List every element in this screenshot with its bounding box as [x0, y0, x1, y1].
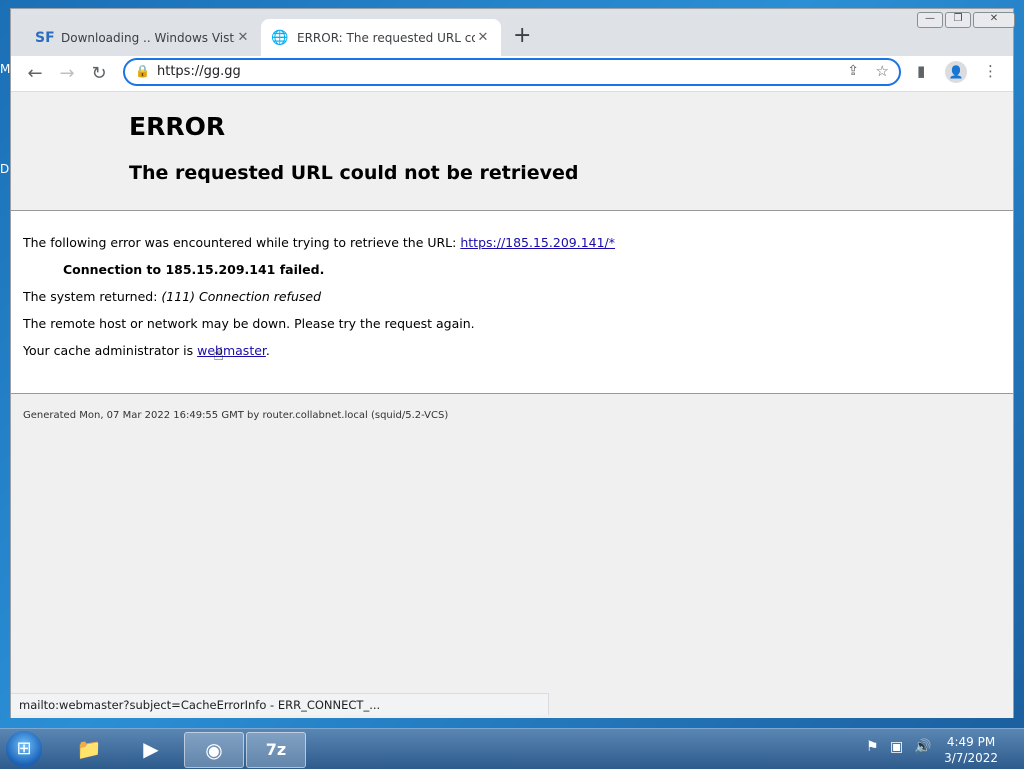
error-body: The following error was encountered whil… [11, 211, 1013, 394]
connection-failed-text: Connection to 185.15.209.141 failed. [63, 262, 325, 277]
lock-icon[interactable]: 🔒 [135, 64, 150, 78]
restore-button[interactable]: ❐ [945, 12, 971, 28]
page-content: ERROR The requested URL could not be ret… [11, 92, 1013, 718]
avatar-icon: 👤 [945, 61, 967, 83]
minimize-button[interactable]: — [917, 12, 943, 28]
webmaster-link[interactable]: webmaster [197, 343, 266, 358]
generated-footer: Generated Mon, 07 Mar 2022 16:49:55 GMT … [23, 410, 449, 421]
cache-admin-label: Your cache administrator is [23, 343, 198, 358]
media-player-icon[interactable]: ▶ [122, 732, 180, 766]
clock-date: 3/7/2022 [944, 751, 998, 765]
share-icon[interactable]: ⇪ [847, 63, 859, 79]
start-button[interactable]: ⊞ [6, 731, 42, 767]
system-returned-line: The system returned: (111) Connection re… [23, 289, 321, 304]
taskbar: ⊞ 📁 ▶ ◉ 7z ⚑ ▣ 🔊 4:49 PM 3/7/2022 [0, 728, 1024, 769]
cache-admin-suffix: . [265, 343, 270, 358]
status-bar: mailto:webmaster?subject=CacheErrorInfo … [11, 693, 549, 715]
action-center-icon[interactable]: ⚑ [866, 739, 879, 755]
remote-host-text: The remote host or network may be down. … [23, 316, 475, 331]
close-window-button[interactable]: ✕ [973, 12, 1015, 28]
system-returned-value: (111) Connection refused [161, 289, 321, 304]
browser-toolbar: ← → ↻ 🔒 https://gg.gg ⇪ ☆ ▮ 👤 ⋮ [11, 56, 1013, 92]
sourceforge-icon: SF [35, 29, 55, 46]
address-bar[interactable]: 🔒 https://gg.gg ⇪ ☆ [123, 58, 901, 86]
system-returned-label: The system returned: [23, 289, 162, 304]
tab-downloading[interactable]: SF Downloading .. Windows Vista Tr ✕ [25, 19, 261, 56]
close-tab-icon[interactable]: ✕ [475, 30, 491, 45]
tab-strip: SF Downloading .. Windows Vista Tr ✕ 🌐 E… [11, 9, 1015, 56]
back-button[interactable]: ← [21, 60, 49, 88]
close-tab-icon[interactable]: ✕ [235, 30, 251, 45]
profile-button[interactable]: 👤 [945, 61, 967, 83]
desktop-icon-label: M [0, 62, 11, 76]
7zip-icon[interactable]: 7z [246, 732, 306, 768]
globe-icon: 🌐 [271, 29, 289, 46]
address-url[interactable]: https://gg.gg [157, 64, 241, 79]
hand-cursor-icon: ☝ [213, 344, 224, 365]
page-title: ERROR [129, 112, 226, 141]
error-header: ERROR The requested URL could not be ret… [11, 92, 1013, 211]
error-url-label: The following error was encountered whil… [23, 235, 461, 250]
tab-title: Downloading .. Windows Vista Tr [61, 30, 235, 45]
bookmark-star-icon[interactable]: ☆ [876, 62, 889, 80]
reload-button[interactable]: ↻ [85, 60, 113, 88]
chrome-icon[interactable]: ◉ [184, 732, 244, 768]
window-controls: — ❐ ✕ [917, 12, 1015, 28]
tab-error[interactable]: 🌐 ERROR: The requested URL could ✕ [261, 19, 501, 56]
page-subtitle: The requested URL could not be retrieved [129, 162, 579, 184]
side-panel-icon[interactable]: ▮ [917, 62, 925, 80]
error-url-link[interactable]: https://185.15.209.141/* [460, 235, 615, 250]
new-tab-button[interactable]: + [513, 25, 531, 47]
volume-icon[interactable]: 🔊 [914, 739, 931, 755]
tab-title: ERROR: The requested URL could [297, 30, 475, 45]
clock-time: 4:49 PM [946, 735, 996, 749]
explorer-icon[interactable]: 📁 [60, 732, 118, 766]
cache-admin-line: Your cache administrator is webmaster. [23, 343, 270, 358]
error-url-line: The following error was encountered whil… [23, 235, 615, 250]
desktop-icon-label: D [0, 162, 10, 176]
network-icon[interactable]: ▣ [890, 739, 903, 755]
system-clock[interactable]: 4:49 PM 3/7/2022 [944, 734, 998, 766]
menu-icon[interactable]: ⋮ [983, 62, 998, 80]
forward-button[interactable]: → [53, 60, 81, 88]
browser-window: SF Downloading .. Windows Vista Tr ✕ 🌐 E… [10, 8, 1015, 718]
